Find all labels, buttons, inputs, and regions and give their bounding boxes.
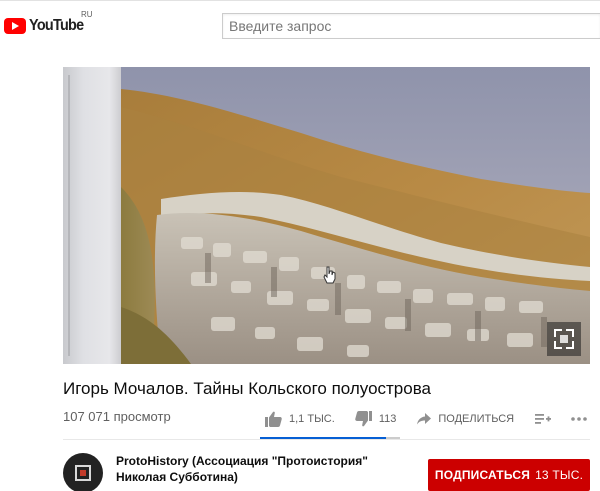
video-frame — [121, 67, 590, 364]
video-player[interactable] — [63, 67, 590, 364]
divider — [63, 439, 590, 440]
logo-text: YouTube — [29, 17, 84, 34]
masthead: YouTube RU — [0, 0, 600, 50]
play-logo-icon — [4, 18, 26, 34]
channel-name[interactable]: ProtoHistory (Ассоциация "Протоистория" … — [116, 453, 416, 485]
projection-screen-edge — [63, 67, 121, 364]
hand-cursor-icon — [323, 266, 336, 284]
subscribe-label: ПОДПИСАТЬСЯ — [434, 468, 531, 482]
thumbs-up-icon — [265, 411, 282, 427]
like-button[interactable]: 1,1 ТЫС. — [265, 411, 335, 427]
page: YouTube RU Введите запрос Игорь Мочалов.… — [0, 0, 600, 491]
thumbs-down-icon — [355, 411, 372, 427]
search-input[interactable] — [222, 13, 600, 39]
logo-region: RU — [81, 10, 93, 19]
more-horizontal-icon — [571, 417, 587, 421]
share-arrow-icon — [417, 413, 432, 425]
youtube-logo[interactable]: YouTube RU — [4, 10, 93, 38]
add-to-playlist-icon — [535, 414, 552, 424]
subscriber-count: 13 ТЫС. — [535, 468, 584, 482]
fullscreen-icon[interactable] — [547, 322, 581, 356]
more-actions-button[interactable] — [571, 417, 587, 421]
like-count: 1,1 ТЫС. — [289, 413, 335, 425]
video-title: Игорь Мочалов. Тайны Кольского полуостро… — [63, 379, 432, 398]
video-actions: 1,1 ТЫС. 113 ПОДЕЛИТЬСЯ — [265, 405, 587, 433]
channel-avatar[interactable] — [63, 453, 103, 491]
share-button[interactable]: ПОДЕЛИТЬСЯ — [417, 413, 514, 425]
view-count: 107 071 просмотр — [63, 409, 171, 424]
dislike-count: 113 — [378, 413, 397, 425]
dislike-button[interactable]: 113 — [355, 411, 397, 427]
subscribe-button[interactable]: ПОДПИСАТЬСЯ 13 ТЫС. — [428, 459, 590, 491]
share-label: ПОДЕЛИТЬСЯ — [438, 413, 515, 425]
add-to-playlist-button[interactable] — [535, 413, 552, 425]
